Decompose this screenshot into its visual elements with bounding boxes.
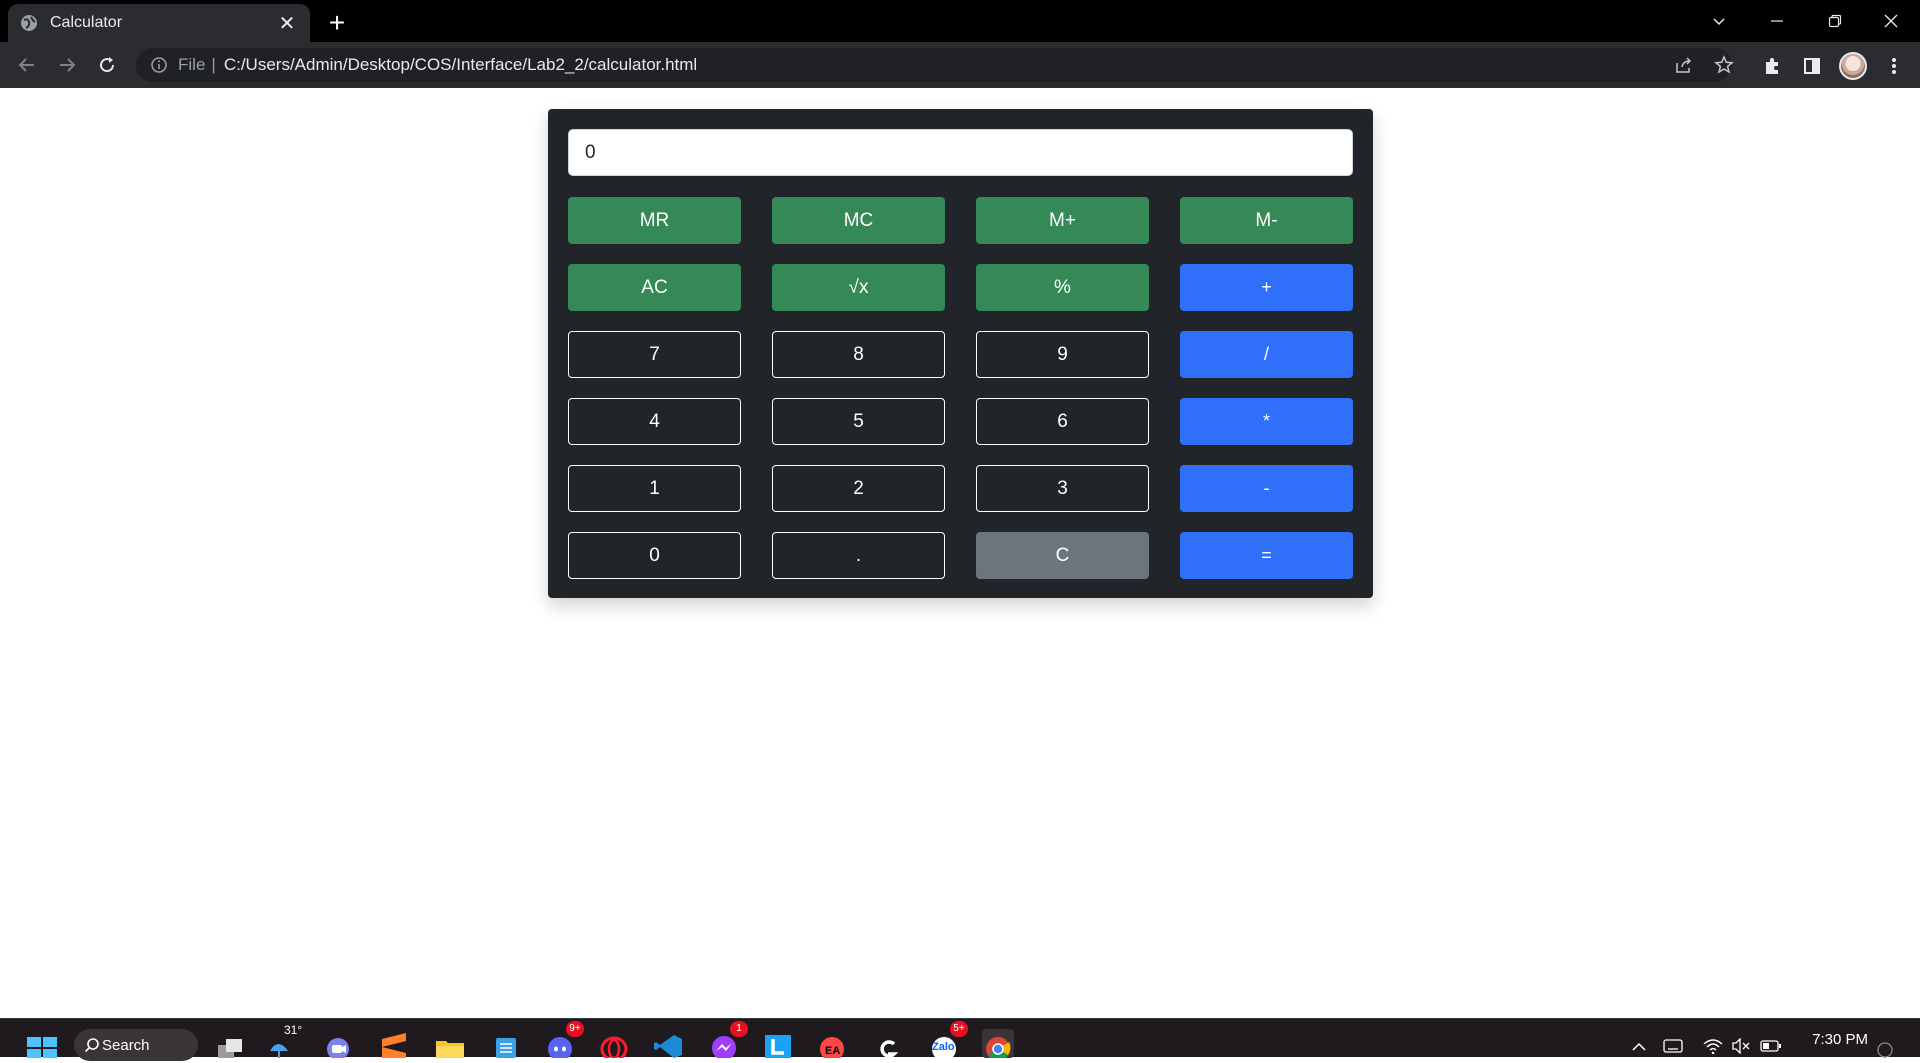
key-c-button[interactable]: C [976,532,1149,579]
vscode-icon[interactable] [652,1029,684,1058]
key-ac-button[interactable]: AC [568,264,741,311]
key-1-button[interactable]: 1 [568,465,741,512]
l-app-icon[interactable] [762,1029,794,1058]
opera-icon[interactable] [598,1029,630,1062]
tray-chevron-up-icon[interactable] [1628,1037,1650,1055]
key-m-minus-button[interactable]: M- [1180,197,1353,244]
windows-taskbar: Search 31° 9+ 1 EA Zalo 5+ 7:30 PM [0,1018,1920,1062]
volume-muted-icon[interactable] [1730,1037,1752,1055]
url-separator: | [211,55,216,74]
avatar-icon [1839,52,1867,80]
logitech-icon[interactable] [872,1029,904,1058]
url-scheme: File [178,55,206,74]
file-explorer-icon[interactable] [434,1029,466,1058]
messenger-icon[interactable]: 1 [708,1021,748,1060]
address-bar[interactable]: File | C:/Users/Admin/Desktop/COS/Interf… [136,48,1734,82]
key-3-button[interactable]: 3 [976,465,1149,512]
back-arrow-icon[interactable] [12,50,42,80]
taskbar-search-button[interactable]: Search [74,1029,198,1061]
keyboard-icon[interactable] [1662,1037,1684,1055]
more-menu-icon[interactable] [1882,54,1906,78]
key-6-button[interactable]: 6 [976,398,1149,445]
browser-tab[interactable]: Calculator ✕ [8,4,310,42]
key-m-plus-button[interactable]: M+ [976,197,1149,244]
weather-temperature: 31° [284,1023,303,1037]
key-percent-button[interactable]: % [976,264,1149,311]
minimize-icon[interactable] [1748,0,1806,42]
key-plus-button[interactable]: + [1180,264,1353,311]
side-panel-icon[interactable] [1800,54,1824,78]
zalo-icon[interactable]: Zalo 5+ [928,1021,968,1061]
taskbar-clock[interactable]: 7:30 PM [1812,1031,1868,1048]
discord-badge: 9+ [566,1021,584,1037]
discord-icon[interactable]: 9+ [544,1021,584,1061]
key-0-button[interactable]: 0 [568,532,741,579]
close-window-icon[interactable] [1862,0,1920,42]
chrome-icon[interactable] [982,1029,1014,1061]
notifications-icon[interactable] [1874,1041,1896,1059]
battery-icon[interactable] [1760,1037,1782,1055]
zalo-label: Zalo [932,1041,955,1053]
windows-start-icon[interactable] [26,1029,58,1058]
key-mc-button[interactable]: MC [772,197,945,244]
task-view-icon[interactable] [214,1029,246,1058]
url-text[interactable]: C:/Users/Admin/Desktop/COS/Interface/Lab… [224,55,697,75]
ea-app-icon[interactable]: EA [816,1029,848,1061]
extensions-puzzle-icon[interactable] [1760,54,1784,78]
forward-arrow-icon[interactable] [52,50,82,80]
restore-icon[interactable] [1806,0,1864,42]
sublime-text-icon[interactable] [378,1029,410,1058]
search-icon [84,1037,100,1057]
key-decimal-button[interactable]: . [772,532,945,579]
new-tab-button[interactable]: + [322,8,352,38]
globe-icon [20,14,38,32]
tab-close-icon[interactable]: ✕ [276,11,298,36]
key-9-button[interactable]: 9 [976,331,1149,378]
share-icon[interactable] [1672,53,1696,77]
key-8-button[interactable]: 8 [772,331,945,378]
svg-text:EA: EA [825,1045,840,1057]
wifi-icon[interactable] [1702,1037,1724,1055]
key-mr-button[interactable]: MR [568,197,741,244]
profile-avatar[interactable] [1838,51,1868,81]
teams-meet-icon[interactable] [322,1029,354,1060]
key-sqrt-button[interactable]: √x [772,264,945,311]
key-multiply-button[interactable]: * [1180,398,1353,445]
tab-title: Calculator [50,14,123,31]
key-5-button[interactable]: 5 [772,398,945,445]
calculator-panel: MR MC M+ M- AC √x% +789 / 456 * 123- 0. C = [548,109,1373,598]
key-7-button[interactable]: 7 [568,331,741,378]
notepad-icon[interactable] [490,1029,522,1058]
key-equals-button[interactable]: = [1180,532,1353,579]
messenger-badge: 1 [730,1021,748,1037]
calculator-display[interactable] [568,129,1353,176]
info-icon[interactable] [150,56,168,74]
key-2-button[interactable]: 2 [772,465,945,512]
browser-tab-strip: Calculator ✕ + [0,0,1920,42]
key-divide-button[interactable]: / [1180,331,1353,378]
search-label: Search [102,1036,150,1054]
browser-toolbar: File | C:/Users/Admin/Desktop/COS/Interf… [0,42,1920,88]
page-viewport: MR MC M+ M- AC √x% +789 / 456 * 123- 0. C = [0,88,1920,1018]
calculator-keypad: MR MC M+ M- AC √x% +7 8 9 / 4 5 6 * 1 2 3- 0. C = [568,197,1353,579]
key-minus-button[interactable]: - [1180,465,1353,512]
reload-icon[interactable] [92,50,122,80]
bookmark-star-icon[interactable] [1712,53,1736,77]
key-4-button[interactable]: 4 [568,398,741,445]
tab-search-icon[interactable] [1690,0,1748,42]
zalo-badge: 5+ [950,1021,968,1037]
